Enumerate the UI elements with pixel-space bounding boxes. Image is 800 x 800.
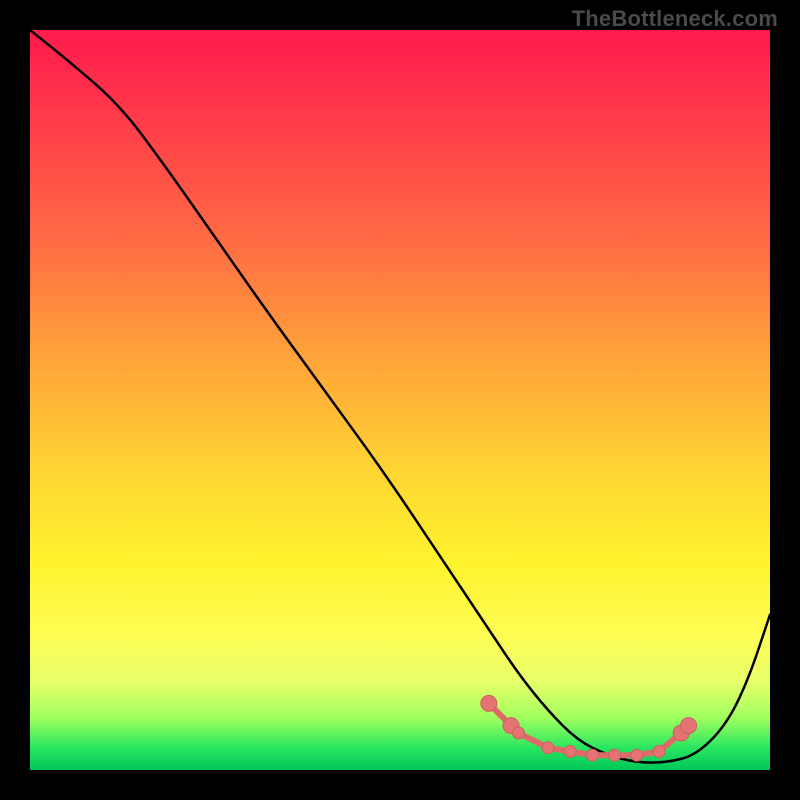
marker-dot (609, 749, 621, 761)
bottleneck-curve-path (30, 30, 770, 763)
chart-frame: TheBottleneck.com (0, 0, 800, 800)
marker-group (481, 695, 697, 761)
marker-dot (586, 749, 598, 761)
marker-dot (512, 727, 524, 739)
plot-area (30, 30, 770, 770)
curve-svg (30, 30, 770, 770)
marker-dot (653, 746, 665, 758)
marker-dot (681, 718, 697, 734)
watermark-text: TheBottleneck.com (572, 6, 778, 32)
marker-dot (631, 749, 643, 761)
marker-dot (542, 742, 554, 754)
marker-dot (481, 695, 497, 711)
marker-dot (564, 746, 576, 758)
